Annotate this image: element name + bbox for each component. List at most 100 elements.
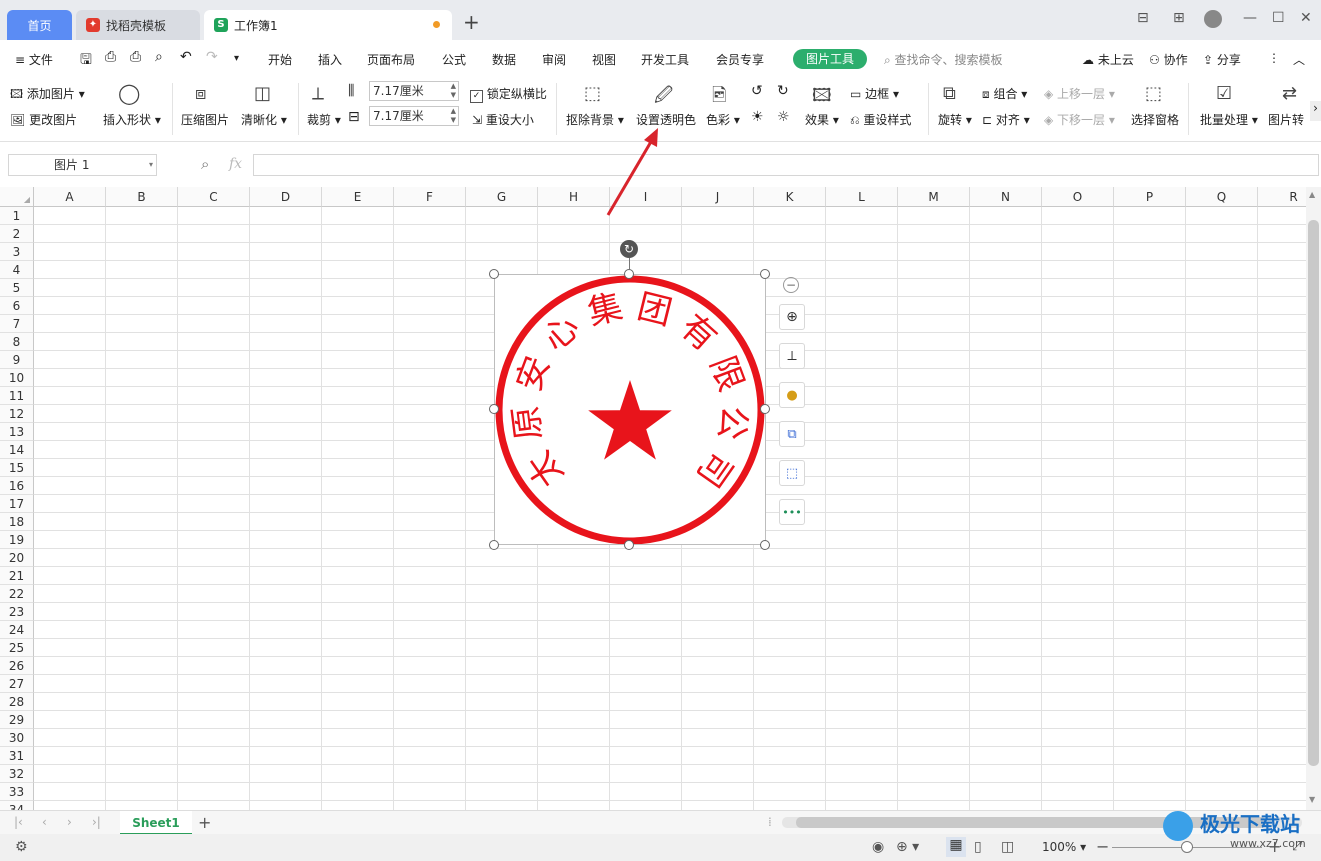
- scroll-down-icon[interactable]: ▼: [1309, 795, 1315, 804]
- brightness-down-icon[interactable]: ☼: [777, 109, 790, 125]
- align-button[interactable]: ⊏ 对齐 ▾: [982, 111, 1030, 128]
- column-header[interactable]: K: [754, 187, 826, 207]
- more-options-button[interactable]: •••: [779, 499, 805, 525]
- print-icon[interactable]: ⎙: [130, 49, 141, 65]
- color-button[interactable]: 色彩 ▾: [706, 111, 740, 128]
- column-header[interactable]: F: [394, 187, 466, 207]
- menu-member[interactable]: 会员专享: [716, 51, 764, 68]
- select-all-corner[interactable]: ◢: [0, 187, 34, 207]
- add-picture-button[interactable]: 🖾 添加图片 ▾: [10, 85, 85, 106]
- width-input[interactable]: 7.17厘米 ▲ ▼: [369, 106, 459, 126]
- bring-forward-button[interactable]: ◈ 上移一层 ▾: [1044, 85, 1115, 102]
- column-header[interactable]: E: [322, 187, 394, 207]
- collab-button[interactable]: ⚇ 协作: [1149, 51, 1188, 68]
- cloud-status-button[interactable]: ☁ 未上云: [1082, 51, 1134, 68]
- close-icon[interactable]: ✕: [1300, 10, 1312, 26]
- row-header[interactable]: 12: [0, 405, 34, 423]
- resize-handle-bottom-right[interactable]: [760, 540, 770, 550]
- reset-style-button[interactable]: ⎌ 重设样式: [850, 111, 911, 128]
- row-header[interactable]: 19: [0, 531, 34, 549]
- row-header[interactable]: 28: [0, 693, 34, 711]
- name-box-dropdown-icon[interactable]: ▾: [149, 155, 153, 175]
- menu-review[interactable]: 审阅: [542, 51, 566, 68]
- macro-icon[interactable]: ⚙: [15, 839, 28, 855]
- menu-page-layout[interactable]: 页面布局: [367, 51, 415, 68]
- column-header[interactable]: N: [970, 187, 1042, 207]
- compress-picture-button[interactable]: 压缩图片: [181, 111, 229, 128]
- row-header[interactable]: 14: [0, 441, 34, 459]
- row-header[interactable]: 15: [0, 459, 34, 477]
- selection-pane-button[interactable]: 选择窗格: [1131, 111, 1179, 128]
- row-header[interactable]: 4: [0, 261, 34, 279]
- row-header[interactable]: 24: [0, 621, 34, 639]
- column-header[interactable]: O: [1042, 187, 1114, 207]
- menu-formula[interactable]: 公式: [442, 51, 466, 68]
- export-pdf-icon[interactable]: ⎙: [105, 49, 116, 65]
- first-sheet-icon[interactable]: |‹: [14, 815, 23, 829]
- send-backward-button[interactable]: ◈ 下移一层 ▾: [1044, 111, 1115, 128]
- avatar[interactable]: [1204, 10, 1222, 28]
- selected-picture[interactable]: 太原安心集团有限公司: [494, 274, 766, 545]
- collapse-toolbar-icon[interactable]: −: [783, 277, 799, 293]
- crop-picture-button[interactable]: ⟂: [779, 343, 805, 369]
- row-header[interactable]: 29: [0, 711, 34, 729]
- zoom-picture-button[interactable]: ⊕: [779, 304, 805, 330]
- row-header[interactable]: 7: [0, 315, 34, 333]
- column-header[interactable]: D: [250, 187, 322, 207]
- row-header[interactable]: 3: [0, 243, 34, 261]
- resize-handle-right[interactable]: [760, 404, 770, 414]
- resize-handle-top-right[interactable]: [760, 269, 770, 279]
- batch-process-button[interactable]: 批量处理 ▾: [1200, 111, 1258, 128]
- normal-view-icon[interactable]: ▦: [946, 837, 966, 857]
- row-header[interactable]: 10: [0, 369, 34, 387]
- row-header[interactable]: 25: [0, 639, 34, 657]
- zoom-out-icon[interactable]: −: [1096, 837, 1109, 856]
- reset-size-button[interactable]: ⇲ 重设大小: [472, 111, 534, 128]
- next-sheet-icon[interactable]: ›: [67, 815, 72, 829]
- column-header[interactable]: M: [898, 187, 970, 207]
- row-header[interactable]: 11: [0, 387, 34, 405]
- maximize-icon[interactable]: ☐: [1272, 10, 1285, 26]
- menu-developer[interactable]: 开发工具: [641, 51, 689, 68]
- width-spinner-icon[interactable]: ▲ ▼: [451, 107, 456, 125]
- column-header[interactable]: C: [178, 187, 250, 207]
- row-header[interactable]: 16: [0, 477, 34, 495]
- print-preview-icon[interactable]: ⌕: [155, 49, 163, 65]
- ribbon-scroll-right-icon[interactable]: ›: [1310, 101, 1321, 121]
- zoom-formula-icon[interactable]: ⌕: [201, 155, 209, 173]
- formula-input[interactable]: [253, 154, 1319, 176]
- border-button[interactable]: ▭ 边框 ▾: [850, 85, 899, 102]
- crop-button[interactable]: 裁剪 ▾: [307, 111, 341, 128]
- row-header[interactable]: 18: [0, 513, 34, 531]
- column-header[interactable]: P: [1114, 187, 1186, 207]
- effect-button[interactable]: 效果 ▾: [805, 111, 839, 128]
- column-header[interactable]: L: [826, 187, 898, 207]
- prev-sheet-icon[interactable]: ‹: [42, 815, 47, 829]
- row-header[interactable]: 8: [0, 333, 34, 351]
- row-header[interactable]: 6: [0, 297, 34, 315]
- resize-handle-bottom[interactable]: [624, 540, 634, 550]
- sheet-tab-sheet1[interactable]: Sheet1: [120, 811, 192, 835]
- row-header[interactable]: 13: [0, 423, 34, 441]
- row-header[interactable]: 1: [0, 207, 34, 225]
- row-header[interactable]: 2: [0, 225, 34, 243]
- layout-icon[interactable]: ⊟: [1137, 10, 1149, 26]
- apps-grid-icon[interactable]: ⊞: [1173, 10, 1185, 26]
- sharpen-button[interactable]: 清晰化 ▾: [241, 111, 287, 128]
- resize-handle-top-left[interactable]: [489, 269, 499, 279]
- height-spinner-icon[interactable]: ▲ ▼: [451, 82, 456, 100]
- picture-to-text-button[interactable]: ⧉: [779, 421, 805, 447]
- change-picture-button[interactable]: 🖼 更改图片: [10, 111, 77, 128]
- picture-convert-button[interactable]: 图片转: [1268, 111, 1304, 128]
- save-icon[interactable]: 🖫: [80, 49, 92, 73]
- row-header[interactable]: 33: [0, 783, 34, 801]
- quick-access-dropdown-icon[interactable]: ▾: [234, 53, 239, 64]
- row-header[interactable]: 17: [0, 495, 34, 513]
- add-tab-button[interactable]: +: [463, 10, 480, 34]
- undo-icon[interactable]: ↶: [180, 49, 192, 65]
- resize-handle-bottom-left[interactable]: [489, 540, 499, 550]
- column-header[interactable]: R: [1258, 187, 1306, 207]
- column-header[interactable]: G: [466, 187, 538, 207]
- last-sheet-icon[interactable]: ›|: [92, 815, 101, 829]
- remove-background-float-button[interactable]: ⬚: [779, 460, 805, 486]
